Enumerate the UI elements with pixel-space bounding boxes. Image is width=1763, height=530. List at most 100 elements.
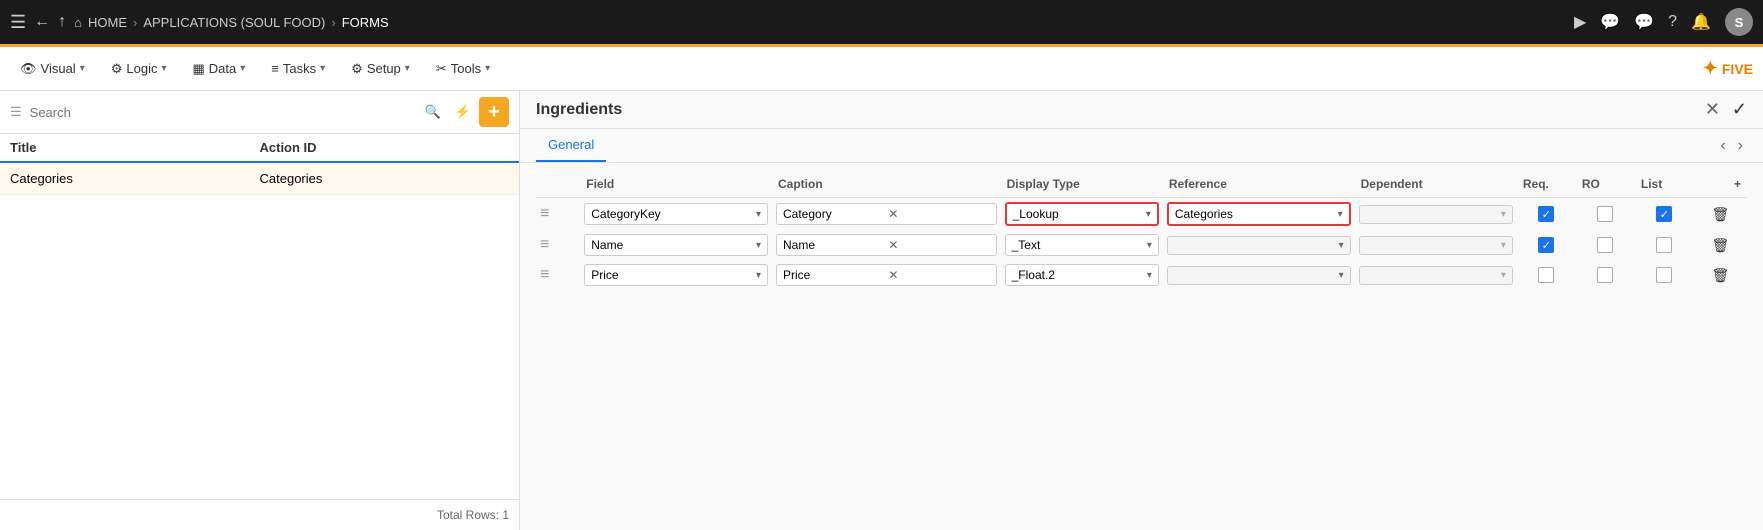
req-cell — [1517, 260, 1576, 290]
back-button[interactable]: ← — [34, 13, 50, 31]
toolbar-tasks[interactable]: ≡ Tasks ▾ — [261, 57, 335, 80]
list-cell — [1635, 260, 1694, 290]
field-row: ≡CategoryKey▾ Category✕ _Lookup▾ Categories… — [536, 198, 1747, 231]
prev-tab-button[interactable]: ‹ — [1716, 135, 1729, 157]
table-header: Title Action ID — [0, 134, 519, 163]
dependent-arrow: ▾ — [1501, 209, 1506, 220]
req-checkbox[interactable]: ✓ — [1538, 237, 1554, 253]
right-panel: Ingredients ✕ ✓ General ‹ › Field — [520, 91, 1763, 530]
ro-checkbox[interactable] — [1597, 267, 1613, 283]
delete-row-button[interactable]: 🗑 — [1712, 237, 1730, 253]
list-cell: ✓ — [1635, 198, 1694, 231]
search-icon: 🔍 — [425, 104, 441, 120]
drag-handle[interactable]: ≡ — [536, 230, 580, 260]
caption-clear-icon[interactable]: ✕ — [888, 207, 989, 221]
display-type-cell: _Float.2▾ — [1001, 260, 1163, 290]
dependent-cell: ▾ — [1355, 260, 1517, 290]
reference-cell: Categories▾ — [1163, 198, 1355, 231]
tab-general[interactable]: General — [536, 129, 606, 162]
table-row[interactable]: Categories Categories — [0, 163, 519, 195]
setup-icon: ⚙ — [351, 61, 363, 77]
drag-handle[interactable]: ≡ — [536, 198, 580, 231]
toolbar: 👁 Visual ▾ ⚙ Logic ▾ ▦ Data ▾ ≡ Tasks ▾ … — [0, 47, 1763, 91]
req-cell: ✓ — [1517, 198, 1576, 231]
reference-select[interactable]: ▾ — [1167, 236, 1351, 255]
panel-header: Ingredients ✕ ✓ — [520, 91, 1763, 129]
dependent-select[interactable]: ▾ — [1359, 266, 1513, 285]
search-input[interactable] — [30, 105, 417, 120]
flash-icon: ⚡ — [455, 104, 471, 120]
toolbar-visual[interactable]: 👁 Visual ▾ — [10, 57, 95, 81]
field-select-arrow: ▾ — [756, 270, 761, 281]
fields-table: Field Caption Display Type Reference Dep — [536, 171, 1747, 290]
toolbar-logic[interactable]: ⚙ Logic ▾ — [101, 57, 177, 81]
breadcrumb: ⌂ HOME › APPLICATIONS (SOUL FOOD) › FORM… — [74, 15, 1566, 30]
visual-arrow: ▾ — [80, 63, 85, 74]
tools-arrow: ▾ — [485, 63, 490, 74]
play-icon[interactable]: ▶ — [1574, 12, 1586, 32]
dependent-select[interactable]: ▾ — [1359, 236, 1513, 255]
list-checkbox[interactable] — [1656, 267, 1672, 283]
next-tab-button[interactable]: › — [1734, 135, 1747, 157]
drag-handle[interactable]: ≡ — [536, 260, 580, 290]
caption-clear-icon[interactable]: ✕ — [888, 268, 989, 282]
display-type-select[interactable]: _Float.2▾ — [1005, 264, 1159, 286]
display-type-select[interactable]: _Lookup▾ — [1005, 202, 1159, 226]
caption-input[interactable]: Name✕ — [776, 234, 997, 256]
ro-checkbox[interactable] — [1597, 206, 1613, 222]
chat-icon[interactable]: 💬 — [1600, 12, 1620, 32]
caption-cell: Category✕ — [772, 198, 1001, 231]
reference-select[interactable]: ▾ — [1167, 266, 1351, 285]
dependent-cell: ▾ — [1355, 230, 1517, 260]
list-checkbox[interactable] — [1656, 237, 1672, 253]
caption-cell: Name✕ — [772, 230, 1001, 260]
list-checkbox[interactable]: ✓ — [1656, 206, 1672, 222]
left-panel: ☰ 🔍 ⚡ + Title Action ID Categories Categ… — [0, 91, 520, 530]
delete-row-button[interactable]: 🗑 — [1712, 206, 1730, 222]
dependent-select[interactable]: ▾ — [1359, 205, 1513, 224]
tabs: General ‹ › — [520, 129, 1763, 163]
field-select[interactable]: CategoryKey▾ — [584, 203, 768, 225]
toolbar-data[interactable]: ▦ Data ▾ — [183, 57, 256, 81]
req-checkbox[interactable] — [1538, 267, 1554, 283]
toolbar-setup[interactable]: ⚙ Setup ▾ — [341, 57, 420, 81]
col-action-id: Action ID — [260, 140, 510, 155]
avatar[interactable]: S — [1725, 8, 1753, 36]
ro-cell — [1576, 260, 1635, 290]
chat2-icon[interactable]: 💬 — [1634, 12, 1654, 32]
ro-cell — [1576, 230, 1635, 260]
filter-icon: ☰ — [10, 104, 22, 120]
row-action-id: Categories — [260, 171, 510, 186]
req-checkbox[interactable]: ✓ — [1538, 206, 1554, 222]
bell-icon[interactable]: 🔔 — [1691, 12, 1711, 32]
ro-checkbox[interactable] — [1597, 237, 1613, 253]
list-cell — [1635, 230, 1694, 260]
delete-row-button[interactable]: 🗑 — [1712, 267, 1730, 283]
caption-input[interactable]: Price✕ — [776, 264, 997, 286]
five-logo: ✦ FIVE — [1703, 58, 1753, 79]
th-dependent: Dependent — [1355, 171, 1517, 198]
ro-cell — [1576, 198, 1635, 231]
add-field-button[interactable]: + — [1694, 171, 1747, 198]
caption-clear-icon[interactable]: ✕ — [888, 238, 989, 252]
display-type-arrow: ▾ — [1146, 209, 1151, 220]
breadcrumb-app[interactable]: APPLICATIONS (SOUL FOOD) — [143, 15, 325, 30]
breadcrumb-forms[interactable]: FORMS — [342, 15, 389, 30]
add-button[interactable]: + — [479, 97, 509, 127]
field-select[interactable]: Price▾ — [584, 264, 768, 286]
check-button[interactable]: ✓ — [1732, 99, 1747, 120]
up-button[interactable]: ↑ — [58, 13, 66, 31]
tasks-icon: ≡ — [271, 61, 279, 76]
close-button[interactable]: ✕ — [1705, 99, 1720, 120]
dependent-arrow: ▾ — [1501, 270, 1506, 281]
breadcrumb-home[interactable]: HOME — [88, 15, 127, 30]
display-type-select[interactable]: _Text▾ — [1005, 234, 1159, 256]
field-cell: Name▾ — [580, 230, 772, 260]
hamburger-icon[interactable]: ☰ — [10, 12, 26, 33]
caption-input[interactable]: Category✕ — [776, 203, 997, 225]
toolbar-tools[interactable]: ✂ Tools ▾ — [426, 57, 500, 81]
field-select[interactable]: Name▾ — [584, 234, 768, 256]
reference-select[interactable]: Categories▾ — [1167, 202, 1351, 226]
form-content: Field Caption Display Type Reference Dep — [520, 163, 1763, 530]
help-icon[interactable]: ? — [1668, 13, 1677, 31]
